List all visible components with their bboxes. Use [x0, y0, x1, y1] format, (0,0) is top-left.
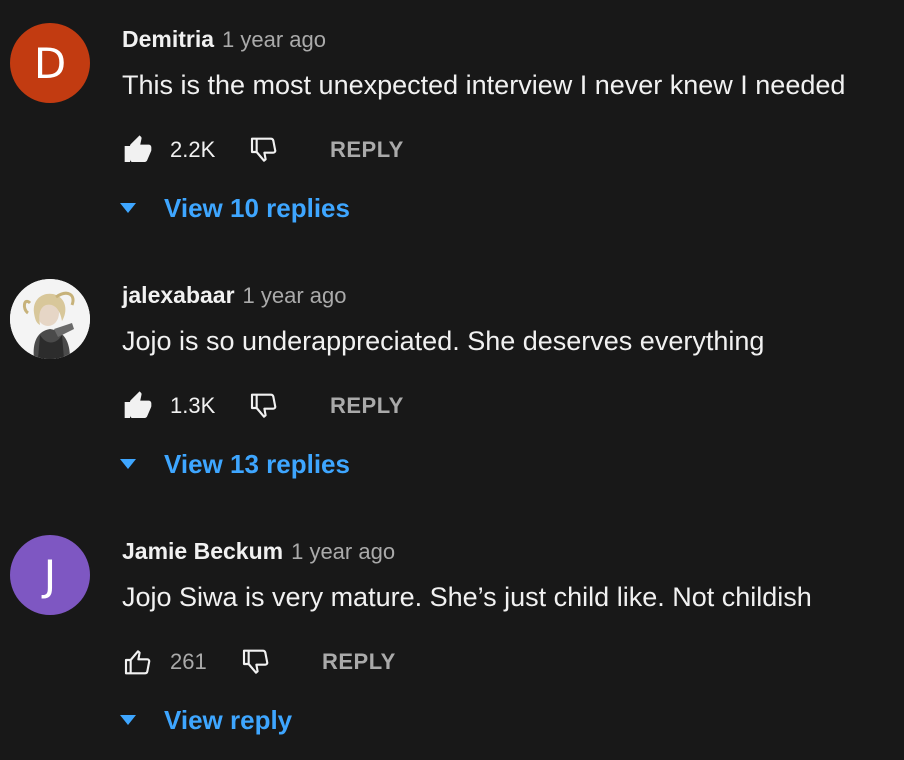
view-replies-label: View 13 replies [164, 448, 350, 479]
author-name[interactable]: Jamie Beckum [122, 538, 283, 564]
view-replies-label: View reply [164, 704, 293, 735]
dislike-button[interactable] [248, 390, 280, 422]
like-button[interactable] [122, 134, 154, 166]
avatar[interactable] [10, 279, 90, 359]
comment-header: Jamie Beckum 1 year ago [122, 538, 395, 565]
timestamp[interactable]: 1 year ago [291, 539, 395, 564]
thumb-down-icon [250, 393, 277, 418]
thumb-up-icon [124, 391, 152, 418]
avatar-photo-icon [10, 279, 90, 359]
avatar-letter: J [43, 550, 57, 600]
like-count: 2.2K [170, 137, 216, 162]
view-replies-button[interactable]: View 10 replies [118, 190, 350, 226]
avatar-letter: D [33, 38, 67, 88]
comment-header: jalexabaar 1 year ago [122, 282, 347, 309]
like-button[interactable] [122, 390, 154, 422]
reply-button[interactable]: REPLY [322, 649, 396, 675]
caret-down-icon [120, 459, 136, 469]
like-count: 1.3K [170, 393, 216, 418]
comment-text: This is the most unexpected interview I … [122, 70, 846, 100]
dislike-button[interactable] [240, 646, 272, 678]
caret-down-icon [120, 715, 136, 725]
caret-down-icon [120, 203, 136, 213]
comment-thread: jalexabaar 1 year ago Jojo is so underapp… [0, 256, 904, 512]
thumb-up-icon [124, 135, 152, 162]
like-button[interactable] [122, 646, 154, 678]
avatar[interactable]: D [10, 23, 90, 103]
avatar[interactable]: J [10, 535, 90, 615]
comment-text: Jojo is so underappreciated. She deserve… [122, 326, 765, 356]
comment-thread: D Demitria 1 year ago This is the most un… [0, 0, 904, 256]
reply-button[interactable]: REPLY [330, 137, 404, 163]
comment-actions: 1.3K REPLY [122, 390, 882, 422]
view-replies-button[interactable]: View 13 replies [118, 446, 350, 482]
comments-section: D Demitria 1 year ago This is the most un… [0, 0, 904, 760]
comment-actions: 2.2K REPLY [122, 134, 882, 166]
thumb-down-icon [242, 649, 269, 674]
reply-button[interactable]: REPLY [330, 393, 404, 419]
timestamp[interactable]: 1 year ago [243, 283, 347, 308]
author-name[interactable]: jalexabaar [122, 282, 235, 308]
view-replies-label: View 10 replies [164, 192, 350, 223]
timestamp[interactable]: 1 year ago [222, 27, 326, 52]
comment-text: Jojo Siwa is very mature. She’s just chi… [122, 582, 812, 612]
author-name[interactable]: Demitria [122, 26, 214, 52]
comment-actions: 261 REPLY [122, 646, 882, 678]
comment-thread: J Jamie Beckum 1 year ago Jojo Siwa is ve… [0, 512, 904, 760]
thumb-down-icon [250, 137, 277, 162]
comment-header: Demitria 1 year ago [122, 26, 326, 53]
thumb-up-outline-icon [124, 650, 151, 675]
view-replies-button[interactable]: View reply [118, 702, 292, 738]
dislike-button[interactable] [248, 134, 280, 166]
like-count: 261 [170, 649, 207, 674]
